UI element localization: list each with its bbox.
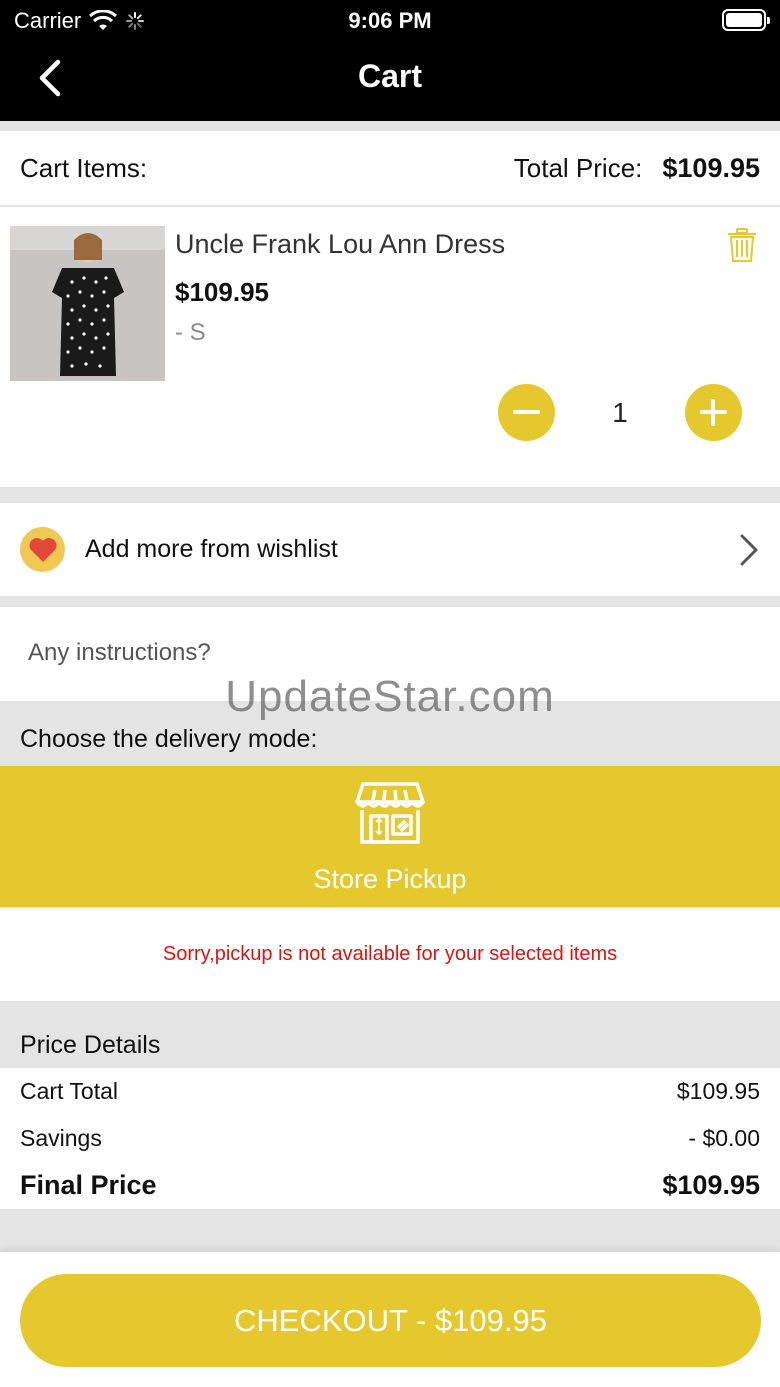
trash-icon[interactable] [726,227,758,263]
increase-quantity-button[interactable] [685,384,742,441]
final-price-row: Final Price $109.95 [20,1162,760,1209]
add-from-wishlist-row[interactable]: Add more from wishlist [0,503,780,596]
price-row-value: $109.95 [662,1170,760,1200]
price-details-title: Price Details [20,1031,161,1059]
wishlist-label: Add more from wishlist [85,535,338,563]
status-time: 9:06 PM [348,8,432,33]
store-pickup-option[interactable]: Store Pickup [0,766,780,907]
price-row-value: - $0.00 [688,1125,760,1151]
checkout-bar: CHECKOUT - $109.95 [0,1252,780,1387]
price-row-label: Savings [20,1125,102,1151]
cart-total-row: Cart Total $109.95 [20,1068,760,1115]
price-details: Cart Total $109.95 Savings - $0.00 Final… [0,1068,780,1209]
price-row-label: Final Price [20,1170,157,1200]
price-row-value: $109.95 [676,1078,760,1104]
cart-items-label: Cart Items: [20,152,148,183]
store-icon [355,782,425,844]
total-price-label: Total Price: [513,152,643,183]
watermark: UpdateStar.com [225,672,555,721]
store-pickup-label: Store Pickup [313,864,467,894]
cart-header: Cart Items: Total Price: $109.95 [0,131,780,206]
product-variant: - S [175,319,206,346]
page-title: Cart [357,58,422,94]
product-name[interactable]: Uncle Frank Lou Ann Dress [175,229,505,260]
product-image[interactable] [10,226,165,381]
quantity-value: 1 [612,397,628,428]
total-price-value: $109.95 [662,152,760,183]
battery-icon [722,9,770,31]
product-price: $109.95 [175,277,269,307]
top-bar: Carrier 9:06 PM Cart [0,0,780,121]
total-price-group: Total Price: $109.95 [514,153,760,184]
price-row-label: Cart Total [20,1078,119,1104]
pickup-unavailable-notice: Sorry,pickup is not available for your s… [0,908,780,1001]
heart-icon [20,527,65,572]
cart-item: Uncle Frank Lou Ann Dress $109.95 - S 1 [0,207,780,487]
checkout-button[interactable]: CHECKOUT - $109.95 [20,1274,761,1367]
delivery-mode-label: Choose the delivery mode: [20,725,318,753]
chevron-right-icon [740,534,758,565]
status-bar: Carrier 9:06 PM [0,0,780,40]
savings-row: Savings - $0.00 [20,1115,760,1162]
decrease-quantity-button[interactable] [498,384,555,441]
